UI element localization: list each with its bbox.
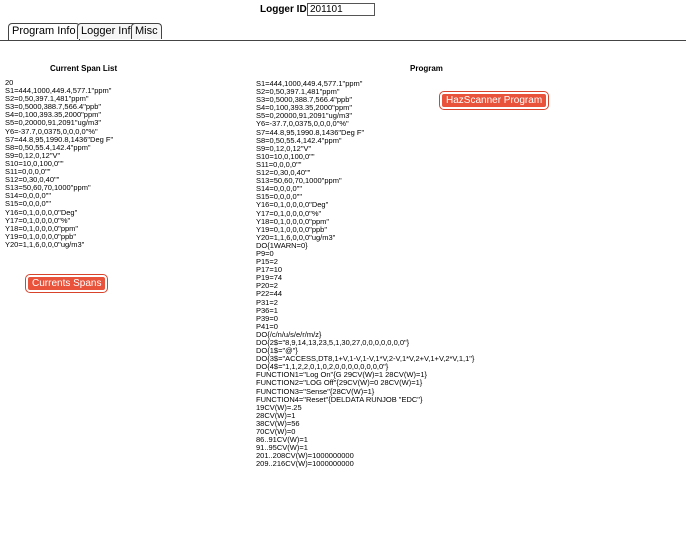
tab-misc[interactable]: Misc [131,23,162,39]
currents-spans-callout: Currents Spans [26,275,108,292]
program-line: P20=2 [256,281,278,291]
current-span-list-heading: Current Span List [50,64,118,73]
tab-divider [0,40,686,41]
program-line: P15=2 [256,257,278,267]
program-line: P22=44 [256,289,283,299]
program-line: P31=2 [256,297,278,307]
program-line: P39=0 [256,313,278,323]
program-line: 209..216CV(W)=1000000000 [256,459,354,469]
current-span-list: 20 S1=444,1000,449.4,577.1"ppm" S2=0,50,39… [5,78,113,249]
hazscanner-program-callout: HazScanner Program [440,92,549,109]
program-line: P19=74 [256,273,283,283]
program-listing: S1=444,1000,449.4,577.1"ppm" S2=0,50,397.… [256,79,474,469]
program-line: DO{1WARN=0} [256,240,308,250]
logger-id-field[interactable]: 201101 [307,3,375,16]
span-list-line: Y20=1,1,6,0,0,0"ug/m3" [5,239,85,249]
logger-id-label: Logger ID [260,4,307,15]
program-line: P17=10 [256,265,283,275]
top-bar: Logger ID 201101 [0,0,686,22]
program-heading: Program [410,64,443,73]
tab-program-info[interactable]: Program Info [8,23,80,40]
program-line: P9=0 [256,248,274,258]
program-line: P36=1 [256,305,278,315]
